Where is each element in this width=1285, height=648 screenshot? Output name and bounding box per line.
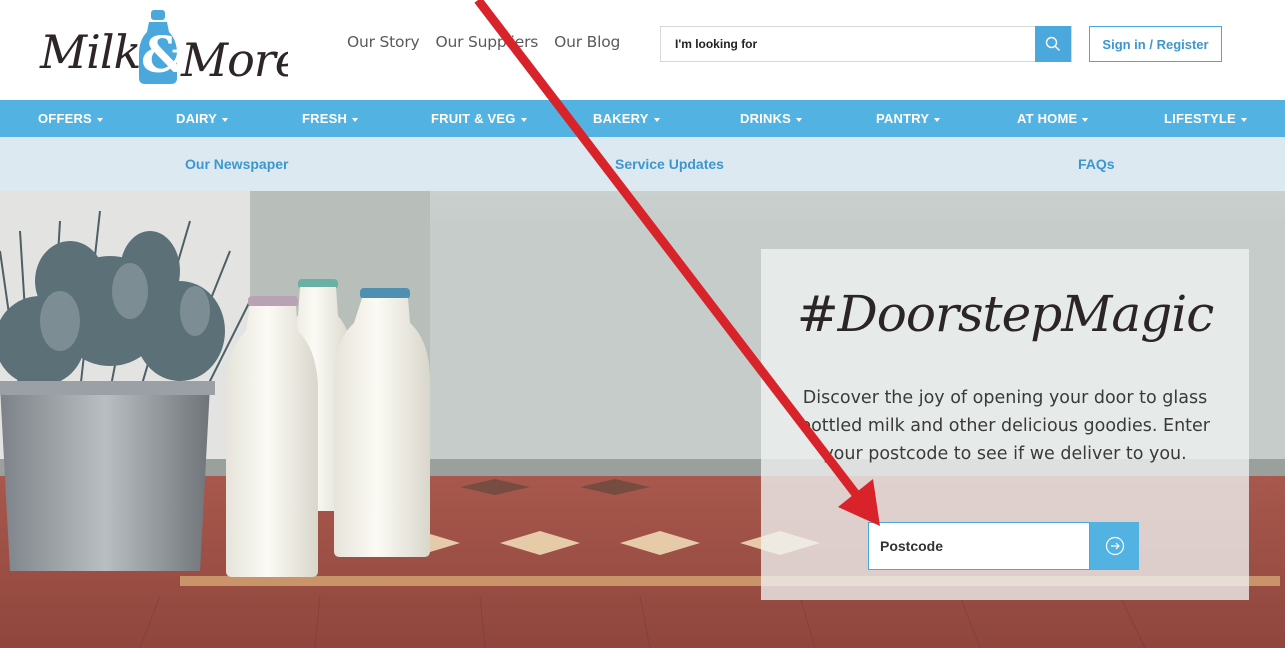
faqs-link[interactable]: FAQs [1078, 137, 1115, 191]
nav-pantry[interactable]: PANTRY [876, 100, 941, 137]
postcode-input[interactable] [869, 523, 1089, 569]
chevron-down-icon [1240, 117, 1247, 122]
our-story-link[interactable]: Our Story [347, 33, 420, 51]
search-box [660, 26, 1072, 62]
our-blog-link[interactable]: Our Blog [554, 33, 620, 51]
search-input[interactable] [661, 27, 1037, 61]
chevron-down-icon [352, 117, 359, 122]
chevron-down-icon [96, 117, 103, 122]
main-nav: OFFERS DAIRY FRESH FRUIT & VEG BAKERY DR… [0, 100, 1285, 137]
milk-and-more-logo[interactable]: & Milk More [38, 8, 288, 88]
arrow-right-circle-icon [1105, 536, 1124, 556]
nav-drinks[interactable]: DRINKS [740, 100, 803, 137]
nav-fruit-veg[interactable]: FRUIT & VEG [431, 100, 527, 137]
chevron-down-icon [796, 117, 803, 122]
svg-text:&: & [141, 25, 186, 84]
nav-fresh[interactable]: FRESH [302, 100, 359, 137]
our-newspaper-link[interactable]: Our Newspaper [185, 137, 288, 191]
sign-in-register-button[interactable]: Sign in / Register [1089, 26, 1222, 62]
svg-text:Milk: Milk [39, 25, 140, 79]
postcode-card: #DoorstepMagic Discover the joy of openi… [761, 249, 1249, 600]
nav-at-home[interactable]: AT HOME [1017, 100, 1089, 137]
search-icon [1045, 36, 1060, 51]
svg-text:More: More [180, 33, 288, 87]
nav-dairy[interactable]: DAIRY [176, 100, 228, 137]
site-header: & Milk More Our Story Our Suppliers Our … [0, 0, 1285, 100]
our-suppliers-link[interactable]: Our Suppliers [435, 33, 538, 51]
chevron-down-icon [934, 117, 941, 122]
chevron-down-icon [1082, 117, 1089, 122]
top-links: Our Story Our Suppliers Our Blog [347, 33, 636, 51]
nav-offers[interactable]: OFFERS [38, 100, 103, 137]
service-updates-link[interactable]: Service Updates [615, 137, 724, 191]
chevron-down-icon [520, 117, 527, 122]
hero-title: #DoorstepMagic [796, 285, 1214, 343]
postcode-field [868, 522, 1090, 570]
hero-banner: #DoorstepMagic Discover the joy of openi… [0, 191, 1285, 648]
chevron-down-icon [653, 117, 660, 122]
postcode-submit-button[interactable] [1090, 522, 1139, 570]
chevron-down-icon [221, 117, 228, 122]
hero-description: Discover the joy of opening your door to… [799, 388, 1210, 464]
sub-nav: Our Newspaper Service Updates FAQs [0, 137, 1285, 191]
nav-lifestyle[interactable]: LIFESTYLE [1164, 100, 1247, 137]
search-button[interactable] [1035, 26, 1071, 62]
nav-bakery[interactable]: BAKERY [593, 100, 660, 137]
